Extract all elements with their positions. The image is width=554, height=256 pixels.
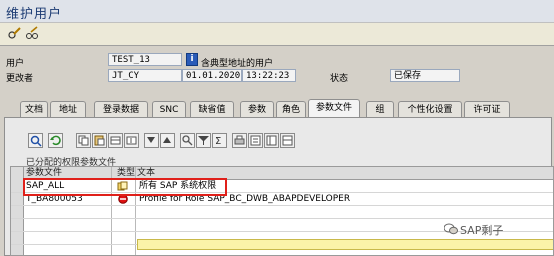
print-icon[interactable] (232, 133, 247, 148)
info-icon[interactable]: i (186, 53, 198, 66)
append-row-icon[interactable] (108, 133, 123, 148)
pencil-glasses-icon[interactable] (6, 25, 23, 42)
sum-icon[interactable]: Σ (212, 133, 227, 148)
glasses-edit-icon[interactable] (24, 25, 41, 42)
changed-date-field: 01.01.2020 (182, 69, 242, 82)
copy-icon[interactable] (76, 133, 91, 148)
sort-ascending-icon[interactable] (144, 133, 159, 148)
insert-row-icon[interactable] (124, 133, 139, 148)
tab-parameters[interactable]: 参数 (240, 101, 274, 117)
refresh-icon[interactable] (48, 133, 63, 148)
tab-personalization[interactable]: 个性化设置 (398, 101, 462, 117)
changed-by-field: JT_CY (108, 69, 182, 82)
sort-descending-icon[interactable] (160, 133, 175, 148)
user-label: 用户 (6, 59, 25, 69)
details-icon[interactable] (28, 133, 43, 148)
wechat-icon (443, 223, 458, 235)
tab-license[interactable]: 许可证 (464, 101, 510, 117)
tab-roles[interactable]: 角色 (276, 101, 306, 117)
filter-icon[interactable] (196, 133, 211, 148)
title-bar (0, 0, 554, 22)
tab-snc[interactable]: SNC (152, 101, 186, 117)
application-toolbar (0, 22, 554, 46)
export-icon[interactable] (248, 133, 263, 148)
table-row[interactable] (11, 206, 553, 219)
tab-documentation[interactable]: 文档 (20, 101, 48, 117)
highlight-box (23, 178, 227, 196)
find-icon[interactable] (180, 133, 195, 148)
layout-icon[interactable] (264, 133, 279, 148)
paste-icon[interactable] (92, 133, 107, 148)
status-field: 已保存 (390, 69, 460, 82)
layout-select-icon[interactable] (280, 133, 295, 148)
svg-text:Σ: Σ (215, 136, 221, 147)
changed-by-label: 更改者 (6, 74, 34, 84)
status-label: 状态 (330, 74, 349, 84)
user-description: 含典型地址的用户 (201, 59, 274, 69)
tab-groups[interactable]: 组 (366, 101, 394, 117)
tab-profiles[interactable]: 参数文件 (308, 99, 360, 118)
tab-logon-data[interactable]: 登录数据 (94, 101, 148, 117)
window-title: 维护用户 (6, 7, 63, 22)
tab-address[interactable]: 地址 (50, 101, 86, 117)
changed-time-field: 13:22:23 (242, 69, 296, 82)
watermark-text: SAP剩子 (460, 224, 504, 237)
entry-row-input[interactable] (137, 239, 553, 250)
tab-defaults[interactable]: 缺省值 (190, 101, 234, 117)
user-field: TEST_13 (108, 53, 182, 66)
